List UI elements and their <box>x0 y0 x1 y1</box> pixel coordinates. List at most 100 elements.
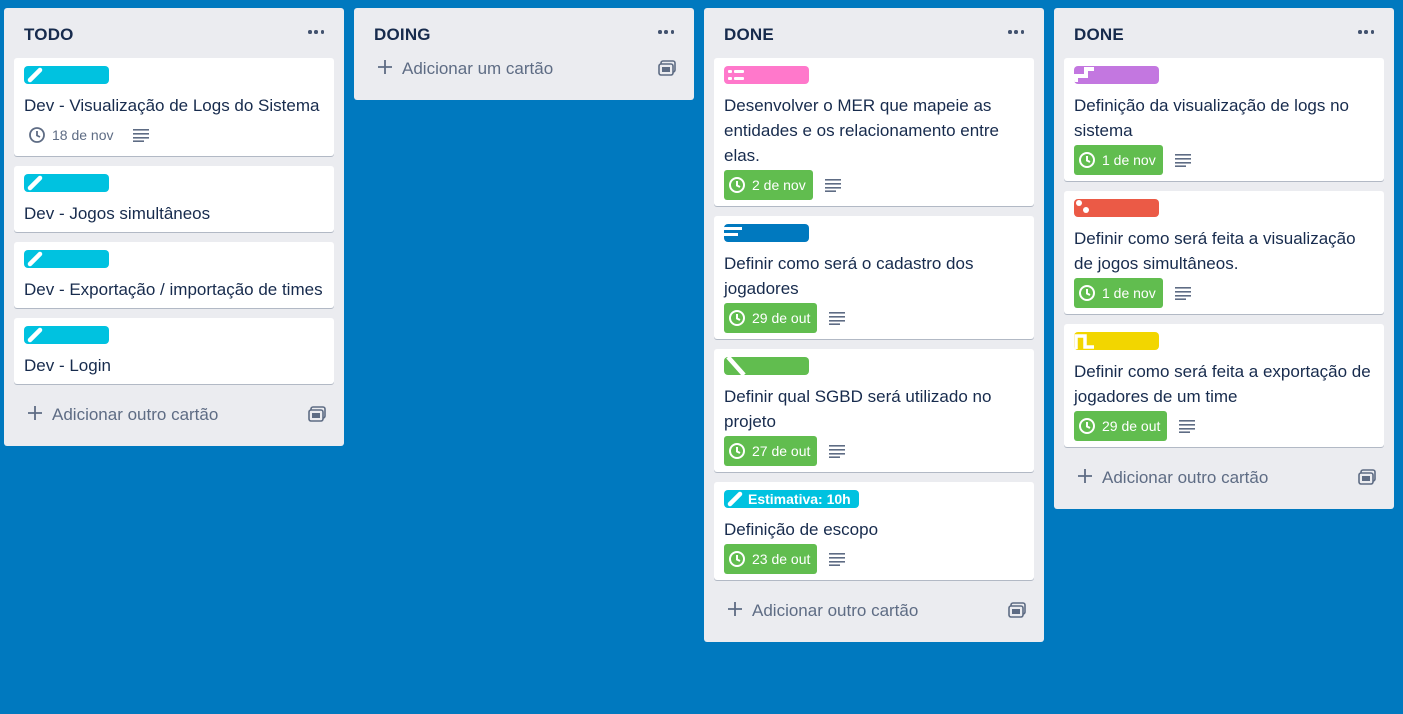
due-date-badge-complete[interactable]: 1 de nov <box>1074 145 1163 175</box>
description-icon <box>1174 287 1191 300</box>
description-icon <box>132 129 149 142</box>
card-badges: 1 de nov <box>1074 145 1374 175</box>
card-label[interactable] <box>724 357 809 375</box>
list-done: DONE Desenvolver o MER que mapeie as ent… <box>704 8 1044 642</box>
clock-icon <box>1079 418 1095 434</box>
list-done-2: DONE Definição da visualização de logs n… <box>1054 8 1394 509</box>
card-title: Definição da visualização de logs no sis… <box>1074 96 1350 140</box>
card-label[interactable]: Estimativa: 10h <box>724 490 859 508</box>
add-card-label: Adicionar um cartão <box>402 59 554 78</box>
list-header: DONE <box>714 8 1034 58</box>
card-label[interactable] <box>24 174 109 192</box>
clock-icon <box>1079 152 1095 168</box>
due-date-badge-complete[interactable]: 27 de out <box>724 436 818 466</box>
list-title[interactable]: DONE <box>724 25 774 45</box>
list-title[interactable]: DOING <box>374 25 431 45</box>
card-badges: 18 de nov <box>24 120 324 150</box>
due-date-text: 1 de nov <box>1102 285 1156 301</box>
card[interactable]: Desenvolver o MER que mapeie as entidade… <box>714 58 1034 206</box>
dots-icon <box>1076 200 1089 213</box>
list-menu-button[interactable] <box>654 22 678 42</box>
card-label[interactable] <box>724 224 809 242</box>
list-doing: DOING Adicionar um cartão <box>354 8 694 100</box>
card[interactable]: Definir qual SGBD será utilizado no proj… <box>714 349 1034 472</box>
list-title[interactable]: TODO <box>24 25 74 45</box>
clock-icon <box>729 177 745 193</box>
due-date-text: 29 de out <box>1102 418 1161 434</box>
card[interactable]: Dev - Login <box>14 318 334 384</box>
card[interactable]: Definir como será o cadastro dos jogador… <box>714 216 1034 339</box>
card-title: Desenvolver o MER que mapeie as entidade… <box>724 96 1000 165</box>
card-label[interactable] <box>24 66 109 84</box>
due-date-badge[interactable]: 18 de nov <box>24 120 121 150</box>
card-label[interactable] <box>24 250 109 268</box>
card-title: Definir como será o cadastro dos jogador… <box>724 254 974 298</box>
card[interactable]: Dev - Jogos simultâneos <box>14 166 334 232</box>
add-card-label: Adicionar outro cartão <box>752 601 919 620</box>
card-badges: 29 de out <box>1074 411 1374 441</box>
card-badges: 2 de nov <box>724 170 1024 200</box>
card[interactable]: Definir como será feita a visualização d… <box>1064 191 1384 314</box>
clock-icon <box>1079 285 1095 301</box>
card[interactable]: Dev - Exportação / importação de times <box>14 242 334 308</box>
description-icon <box>824 179 841 192</box>
plus-icon <box>378 60 392 74</box>
due-date-badge-complete[interactable]: 29 de out <box>724 303 818 333</box>
card[interactable]: Estimativa: 10h Definição de escopo 23 d… <box>714 482 1034 580</box>
due-date-badge-complete[interactable]: 1 de nov <box>1074 278 1163 308</box>
add-card-button[interactable]: Adicionar outro cartão <box>14 394 334 438</box>
pencil-icon <box>27 327 43 343</box>
card-title: Dev - Visualização de Logs do Sistema <box>24 96 320 115</box>
due-date-text: 29 de out <box>752 310 811 326</box>
list-menu-button[interactable] <box>304 22 328 42</box>
card-title: Definição de escopo <box>724 520 879 539</box>
wave-icon <box>1074 334 1094 349</box>
card-label[interactable] <box>724 66 809 84</box>
due-date-badge-complete[interactable]: 23 de out <box>724 544 818 574</box>
add-card-button[interactable]: Adicionar outro cartão <box>714 590 1034 634</box>
due-date-text: 1 de nov <box>1102 152 1156 168</box>
card-label[interactable] <box>24 326 109 344</box>
card[interactable]: Dev - Visualização de Logs do Sistema 18… <box>14 58 334 156</box>
card-template-icon[interactable] <box>1008 602 1026 618</box>
plus-icon <box>728 602 742 616</box>
clock-icon <box>29 127 45 143</box>
due-date-text: 18 de nov <box>52 127 114 143</box>
card-badges: 27 de out <box>724 436 1024 466</box>
card-label[interactable] <box>1074 332 1159 350</box>
list-title[interactable]: DONE <box>1074 25 1124 45</box>
add-card-button[interactable]: Adicionar outro cartão <box>1064 457 1384 501</box>
due-date-badge-complete[interactable]: 2 de nov <box>724 170 813 200</box>
card-title: Dev - Jogos simultâneos <box>24 204 211 223</box>
card-title: Definir como será feita a visualização d… <box>1074 229 1356 273</box>
entity-icon <box>728 70 744 80</box>
card-title: Definir como será feita a exportação de … <box>1074 362 1371 406</box>
description-icon <box>829 445 846 458</box>
label-text: Estimativa: 10h <box>748 491 851 507</box>
card-title: Dev - Login <box>24 356 111 375</box>
card-template-icon[interactable] <box>658 60 676 76</box>
board: TODO Dev - Visualização de Logs do Siste… <box>0 0 1403 714</box>
due-date-badge-complete[interactable]: 29 de out <box>1074 411 1168 441</box>
card-title: Definir qual SGBD será utilizado no proj… <box>724 387 992 431</box>
card-badges: 29 de out <box>724 303 1024 333</box>
card-label[interactable] <box>1074 66 1159 84</box>
card-title: Dev - Exportação / importação de times <box>24 280 323 299</box>
due-date-text: 2 de nov <box>752 177 806 193</box>
list-header: TODO <box>14 8 334 58</box>
form-icon <box>724 227 742 236</box>
card-label[interactable] <box>1074 199 1159 217</box>
due-date-text: 27 de out <box>752 443 811 459</box>
list-todo: TODO Dev - Visualização de Logs do Siste… <box>4 8 344 446</box>
list-menu-button[interactable] <box>1354 22 1378 42</box>
list-menu-button[interactable] <box>1004 22 1028 42</box>
card-template-icon[interactable] <box>1358 469 1376 485</box>
clock-icon <box>729 551 745 567</box>
add-card-button[interactable]: Adicionar um cartão <box>364 48 684 92</box>
description-icon <box>1174 154 1191 167</box>
list-header: DONE <box>1064 8 1384 58</box>
card-badges: 1 de nov <box>1074 278 1374 308</box>
card-template-icon[interactable] <box>308 406 326 422</box>
card[interactable]: Definição da visualização de logs no sis… <box>1064 58 1384 181</box>
card[interactable]: Definir como será feita a exportação de … <box>1064 324 1384 447</box>
